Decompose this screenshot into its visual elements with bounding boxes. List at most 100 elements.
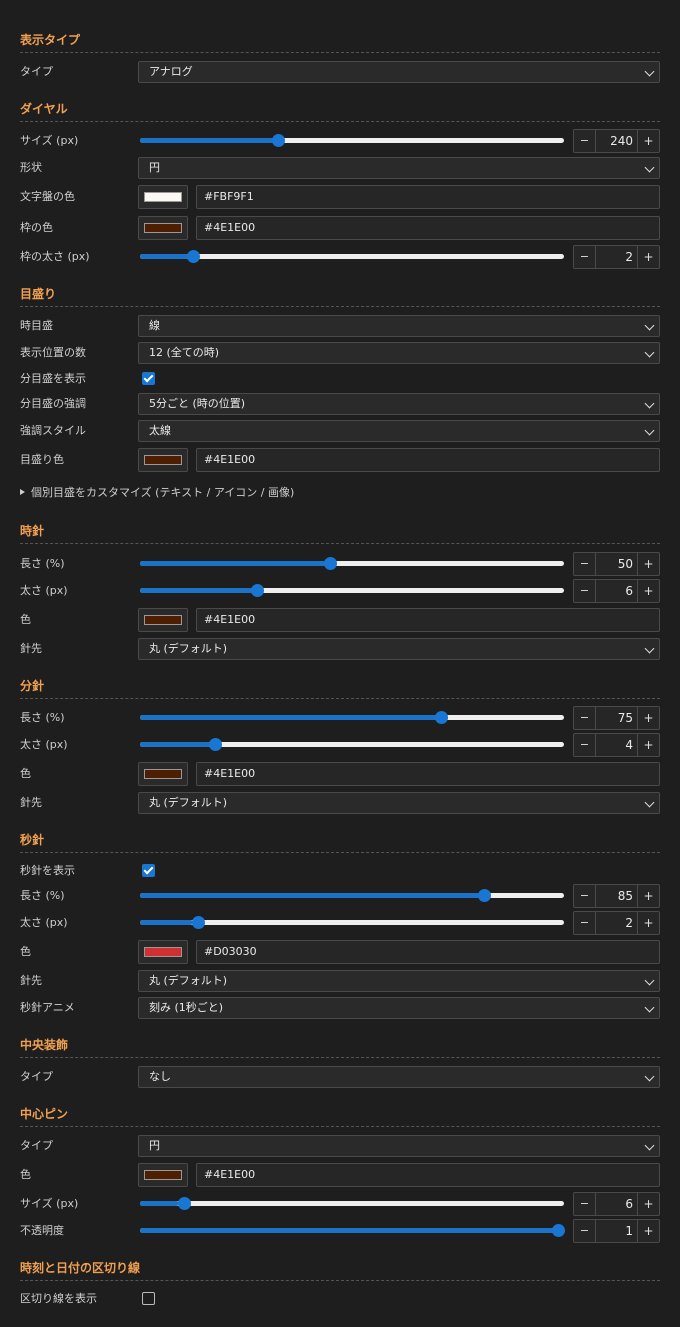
section-title: 秒針: [20, 833, 45, 847]
minute-color-hex-input[interactable]: #4E1E00: [196, 762, 660, 786]
tick-color-row: 目盛り色 #4E1E00: [20, 448, 660, 472]
center-deco-type-select[interactable]: なし: [138, 1066, 660, 1088]
slider-thumb[interactable]: [552, 1224, 565, 1237]
decrement-button[interactable]: −: [574, 130, 596, 152]
decrement-button[interactable]: −: [574, 734, 596, 756]
slider-thumb[interactable]: [187, 250, 201, 263]
decrement-button[interactable]: −: [574, 580, 596, 602]
increment-button[interactable]: +: [637, 130, 659, 152]
color-swatch: [144, 192, 182, 202]
slider-thumb[interactable]: [191, 916, 205, 929]
minute-length-stepper: −75 +: [573, 706, 660, 730]
border-width-slider[interactable]: [140, 246, 564, 268]
hour-width-slider[interactable]: [140, 580, 564, 602]
minute-color-picker[interactable]: [138, 762, 188, 786]
select-value: 12 (全ての時): [149, 346, 220, 359]
increment-button[interactable]: +: [637, 553, 659, 575]
stepper-value[interactable]: 6: [595, 1193, 637, 1215]
slider-thumb[interactable]: [434, 711, 448, 724]
decrement-button[interactable]: −: [574, 1220, 596, 1242]
hour-tip-select[interactable]: 丸 (デフォルト): [138, 638, 660, 660]
decrement-button[interactable]: −: [574, 707, 596, 729]
pin-size-slider[interactable]: [140, 1193, 564, 1215]
slider-fill: [140, 715, 444, 720]
dial-size-stepper: −240 +: [573, 129, 660, 153]
increment-button[interactable]: +: [637, 707, 659, 729]
decrement-button[interactable]: −: [574, 246, 596, 268]
border-color-picker[interactable]: [138, 216, 188, 240]
decrement-button[interactable]: −: [574, 885, 596, 907]
stepper-value[interactable]: 240: [595, 130, 637, 152]
stepper-value[interactable]: 4: [595, 734, 637, 756]
second-width-slider[interactable]: [140, 912, 564, 934]
tick-emphasis-select[interactable]: 5分ごと (時の位置): [138, 393, 660, 415]
minute-tip-row: 針先 丸 (デフォルト): [20, 792, 660, 814]
tick-color-hex-input[interactable]: #4E1E00: [196, 448, 660, 472]
slider-track: [140, 254, 564, 259]
face-color-picker[interactable]: [138, 185, 188, 209]
decrement-button[interactable]: −: [574, 553, 596, 575]
face-color-hex-input[interactable]: #FBF9F1: [196, 185, 660, 209]
pin-size-stepper: −6 +: [573, 1192, 660, 1216]
stepper-value[interactable]: 6: [595, 580, 637, 602]
slider-thumb[interactable]: [324, 557, 338, 570]
tick-positions-select[interactable]: 12 (全ての時): [138, 342, 660, 364]
stepper-value[interactable]: 50: [595, 553, 637, 575]
second-length-row: 長さ (%) −85 +: [20, 884, 660, 908]
hour-tick-select[interactable]: 線: [138, 315, 660, 337]
minute-tick-show-checkbox[interactable]: [142, 372, 155, 385]
select-value: 丸 (デフォルト): [149, 642, 228, 655]
emphasis-style-select[interactable]: 太線: [138, 420, 660, 442]
slider-thumb[interactable]: [251, 584, 265, 597]
increment-button[interactable]: +: [637, 246, 659, 268]
minute-width-slider[interactable]: [140, 734, 564, 756]
minute-length-slider[interactable]: [140, 707, 564, 729]
decrement-button[interactable]: −: [574, 1193, 596, 1215]
second-show-checkbox[interactable]: [142, 864, 155, 877]
stepper-value[interactable]: 2: [595, 246, 637, 268]
second-tip-select[interactable]: 丸 (デフォルト): [138, 970, 660, 992]
second-color-picker[interactable]: [138, 940, 188, 964]
increment-button[interactable]: +: [637, 1220, 659, 1242]
pin-color-hex-input[interactable]: #4E1E00: [196, 1163, 660, 1187]
face-color-label: 文字盤の色: [20, 190, 75, 203]
second-length-slider[interactable]: [140, 885, 564, 907]
minute-length-row: 長さ (%) −75 +: [20, 706, 660, 730]
customize-ticks-disclosure[interactable]: 個別目盛をカスタマイズ (テキスト / アイコン / 画像): [20, 485, 660, 501]
dial-shape-select[interactable]: 円: [138, 157, 660, 179]
pin-opacity-slider[interactable]: [140, 1220, 565, 1242]
stepper-value[interactable]: 85: [595, 885, 637, 907]
hour-length-slider[interactable]: [140, 553, 564, 575]
stepper-value[interactable]: 1: [595, 1220, 637, 1242]
slider-thumb[interactable]: [271, 134, 285, 147]
slider-thumb[interactable]: [477, 889, 491, 902]
slider-fill: [140, 1201, 179, 1206]
divider-show-checkbox[interactable]: [142, 1292, 155, 1305]
slider-thumb[interactable]: [209, 738, 223, 751]
color-swatch: [144, 455, 182, 465]
second-width-row: 太さ (px) −2 +: [20, 911, 660, 935]
increment-button[interactable]: +: [637, 885, 659, 907]
pin-color-picker[interactable]: [138, 1163, 188, 1187]
border-color-hex-input[interactable]: #4E1E00: [196, 216, 660, 240]
increment-button[interactable]: +: [637, 1193, 659, 1215]
stepper-value[interactable]: 2: [595, 912, 637, 934]
dial-size-slider[interactable]: [140, 130, 564, 152]
second-color-hex-input[interactable]: #D03030: [196, 940, 660, 964]
pin-size-label: サイズ (px): [20, 1197, 79, 1210]
stepper-value[interactable]: 75: [595, 707, 637, 729]
minute-width-stepper: −4 +: [573, 733, 660, 757]
increment-button[interactable]: +: [637, 912, 659, 934]
increment-button[interactable]: +: [637, 734, 659, 756]
display-type-select[interactable]: アナログ: [138, 61, 660, 83]
pin-type-select[interactable]: 円: [138, 1135, 660, 1157]
tick-color-picker[interactable]: [138, 448, 188, 472]
decrement-button[interactable]: −: [574, 912, 596, 934]
minute-tip-select[interactable]: 丸 (デフォルト): [138, 792, 660, 814]
second-anim-select[interactable]: 刻み (1秒ごと): [138, 997, 660, 1019]
hour-color-hex-input[interactable]: #4E1E00: [196, 608, 660, 632]
slider-thumb[interactable]: [177, 1197, 191, 1210]
hour-color-picker[interactable]: [138, 608, 188, 632]
increment-button[interactable]: +: [637, 580, 659, 602]
section-title: 中心ピン: [20, 1107, 69, 1121]
